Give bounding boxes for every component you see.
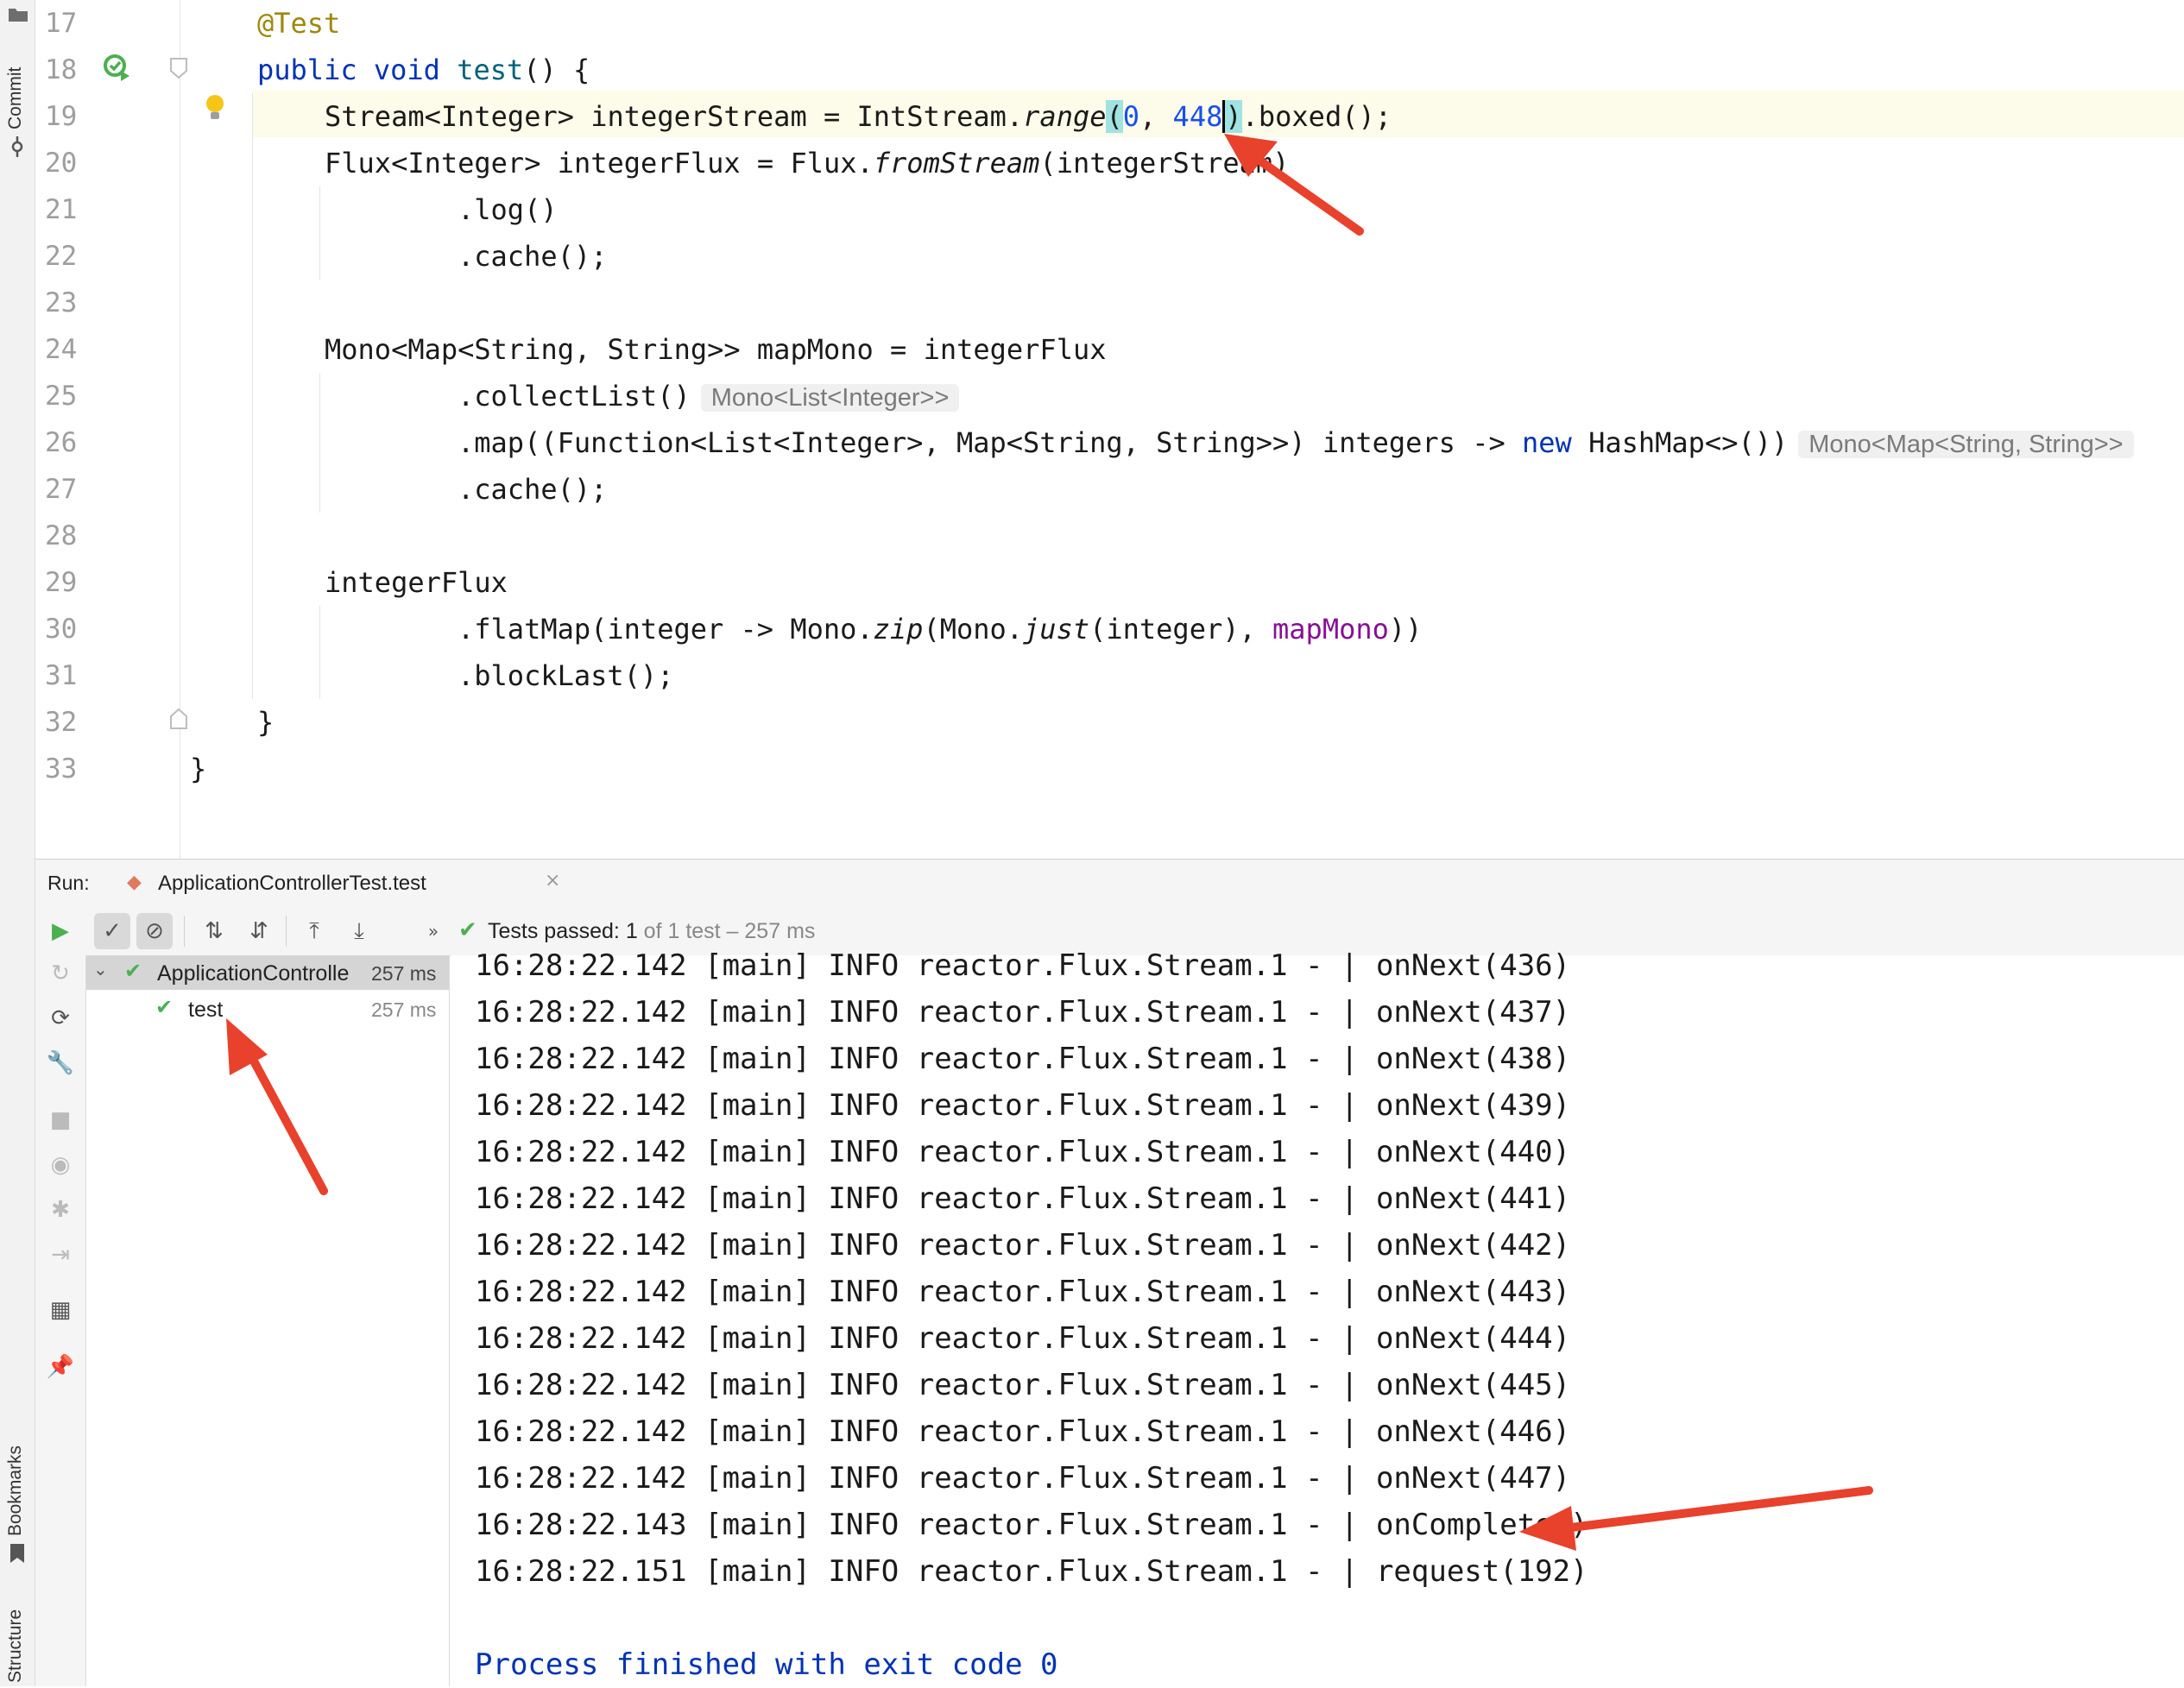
- annotation-arrow: [1567, 1486, 1873, 1532]
- annotation-arrow: [246, 1050, 328, 1195]
- annotation-arrowhead: [1519, 1506, 1576, 1551]
- annotation-arrows: [226, 134, 1873, 1551]
- annotation-arrow: [1252, 154, 1364, 236]
